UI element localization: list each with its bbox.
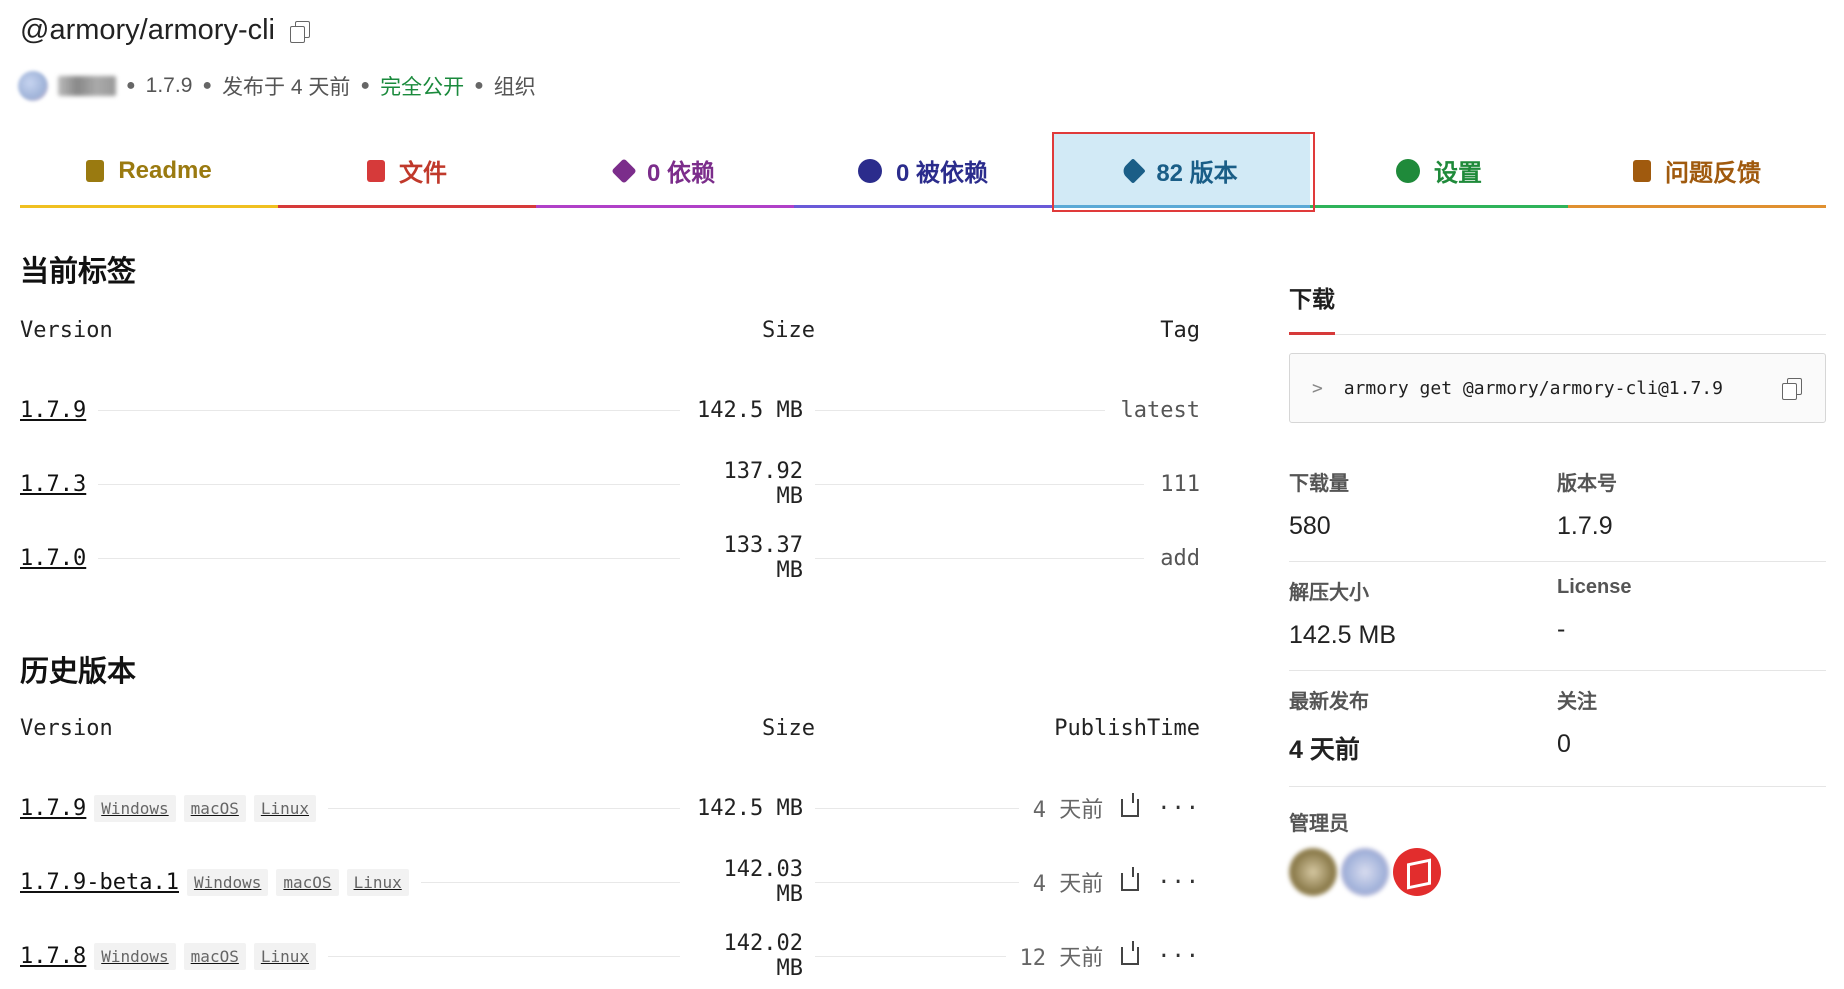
file-icon — [367, 159, 385, 182]
table-row: 1.7.3 137.92 MB 111 — [20, 447, 1200, 521]
version-size: 142.5 MB — [680, 397, 815, 423]
tab-dependencies[interactable]: 0 依赖 — [536, 132, 794, 208]
tags-icon — [1120, 157, 1147, 184]
version-tag: 111 — [1144, 471, 1200, 497]
download-icon[interactable] — [1121, 793, 1140, 817]
os-badge-windows: Windows — [94, 794, 176, 822]
col-tag: Tag — [1160, 318, 1200, 343]
download-icon[interactable] — [1121, 867, 1140, 891]
table-row: 1.7.9 142.5 MB latest — [20, 373, 1200, 447]
history-table: Version Size PublishTime 1.7.9 Windows m… — [20, 716, 1200, 989]
admins-label: 管理员 — [1289, 813, 1349, 835]
version-label: 版本号 — [1557, 473, 1617, 495]
publish-time: 4 天前 — [1032, 872, 1104, 897]
version-size: 142.03 MB — [680, 857, 815, 907]
tab-readme[interactable]: Readme — [20, 132, 278, 208]
downloads-value: 580 — [1289, 512, 1331, 540]
tab-bar: Readme 文件 0 依赖 0 被依赖 82 版本 设置 问题反馈 — [20, 132, 1826, 208]
version-link[interactable]: 1.7.8 Windows macOS Linux — [20, 942, 329, 970]
gear-icon — [1396, 158, 1420, 183]
command-prompt: > — [1312, 377, 1323, 399]
version-link[interactable]: 1.7.3 — [20, 471, 99, 497]
os-badge-windows: Windows — [186, 868, 269, 896]
os-badge-windows: Windows — [94, 942, 176, 970]
tab-dependents[interactable]: 0 被依赖 — [794, 132, 1052, 208]
col-size: Size — [762, 318, 815, 343]
install-command-box[interactable]: > armory get @armory/armory-cli@1.7.9 — [1289, 353, 1826, 423]
package-icon — [611, 157, 637, 184]
tab-issues[interactable]: 问题反馈 — [1568, 132, 1826, 208]
version-tag: add — [1144, 545, 1200, 571]
avatar[interactable] — [1289, 848, 1337, 896]
current-tags-heading: 当前标签 — [20, 256, 137, 288]
avatar[interactable] — [1341, 848, 1389, 896]
package-name: @armory/armory-cli — [20, 14, 275, 46]
install-command: armory get @armory/armory-cli@1.7.9 — [1343, 377, 1723, 399]
version-size: 137.92 MB — [680, 459, 815, 509]
table-row: 1.7.8 Windows macOS Linux 142.02 MB 12 天… — [20, 919, 1200, 989]
os-badge-macos: macOS — [276, 868, 339, 896]
sidebar: 下载 > armory get @armory/armory-cli@1.7.9… — [1289, 280, 1826, 896]
os-badge-linux: Linux — [253, 942, 317, 970]
license-label: License — [1557, 576, 1632, 598]
download-icon[interactable] — [1121, 941, 1140, 965]
table-row: 1.7.9-beta.1 Windows macOS Linux 142.03 … — [20, 845, 1200, 919]
tab-settings[interactable]: 设置 — [1310, 132, 1568, 208]
downloads-label: 下载量 — [1289, 473, 1349, 495]
download-tab[interactable]: 下载 — [1289, 280, 1335, 335]
meta-published: 发布于 4 天前 — [222, 76, 351, 99]
os-badge-linux: Linux — [253, 794, 317, 822]
latest-publish-value: 4 天前 — [1289, 736, 1360, 764]
version-link[interactable]: 1.7.9 Windows macOS Linux — [20, 794, 329, 822]
copy-icon[interactable] — [1781, 377, 1803, 400]
col-version: Version — [20, 318, 113, 343]
more-icon[interactable]: ··· — [1157, 944, 1200, 969]
col-size: Size — [762, 716, 815, 741]
version-tag: latest — [1104, 397, 1200, 423]
version-size: 133.37 MB — [680, 533, 815, 583]
issue-icon — [1633, 159, 1651, 182]
unpacked-size-value: 142.5 MB — [1289, 621, 1397, 649]
os-badge-macos: macOS — [183, 794, 246, 822]
package-title: @armory/armory-cli — [20, 14, 311, 47]
publish-time: 4 天前 — [1032, 798, 1104, 823]
more-icon[interactable]: ··· — [1157, 796, 1200, 821]
readme-icon — [86, 159, 105, 182]
author-name[interactable] — [58, 76, 116, 96]
version-link[interactable]: 1.7.9 — [20, 397, 99, 423]
avatar[interactable] — [1393, 848, 1441, 896]
author-avatar[interactable] — [18, 71, 48, 101]
follow-label: 关注 — [1557, 691, 1597, 713]
tab-versions[interactable]: 82 版本 — [1052, 132, 1310, 208]
table-row: 1.7.9 Windows macOS Linux 142.5 MB 4 天前 … — [20, 771, 1200, 845]
copy-icon[interactable] — [289, 20, 311, 43]
more-icon[interactable]: ··· — [1157, 870, 1200, 895]
package-stats: 下载量 580 版本号 1.7.9 解压大小 142.5 MB License … — [1289, 453, 1826, 787]
publish-time: 12 天前 — [1019, 946, 1104, 971]
version-link[interactable]: 1.7.9-beta.1 Windows macOS Linux — [20, 868, 421, 896]
meta-version: 1.7.9 — [145, 74, 193, 97]
version-link[interactable]: 1.7.0 — [20, 545, 99, 571]
os-badge-macos: macOS — [183, 942, 246, 970]
package-meta: ● 1.7.9 ● 发布于 4 天前 ● 完全公开 ● 组织 — [18, 71, 536, 101]
unpacked-size-label: 解压大小 — [1289, 582, 1369, 604]
dependents-icon — [857, 158, 882, 183]
tab-files[interactable]: 文件 — [278, 132, 536, 208]
follow-value: 0 — [1557, 730, 1571, 758]
col-publish-time: PublishTime — [1054, 716, 1200, 741]
latest-publish-label: 最新发布 — [1289, 691, 1369, 713]
version-size: 142.02 MB — [680, 931, 815, 981]
col-version: Version — [20, 716, 113, 741]
version-value: 1.7.9 — [1557, 512, 1613, 540]
os-badge-linux: Linux — [346, 868, 409, 896]
history-heading: 历史版本 — [20, 656, 137, 688]
license-value: - — [1557, 615, 1566, 643]
current-tags-table: Version Size Tag 1.7.9 142.5 MB latest 1… — [20, 318, 1200, 595]
admin-list — [1289, 848, 1826, 896]
meta-scope: 组织 — [493, 76, 536, 99]
version-size: 142.5 MB — [680, 795, 815, 821]
table-row: 1.7.0 133.37 MB add — [20, 521, 1200, 595]
meta-visibility: 完全公开 — [380, 76, 465, 99]
